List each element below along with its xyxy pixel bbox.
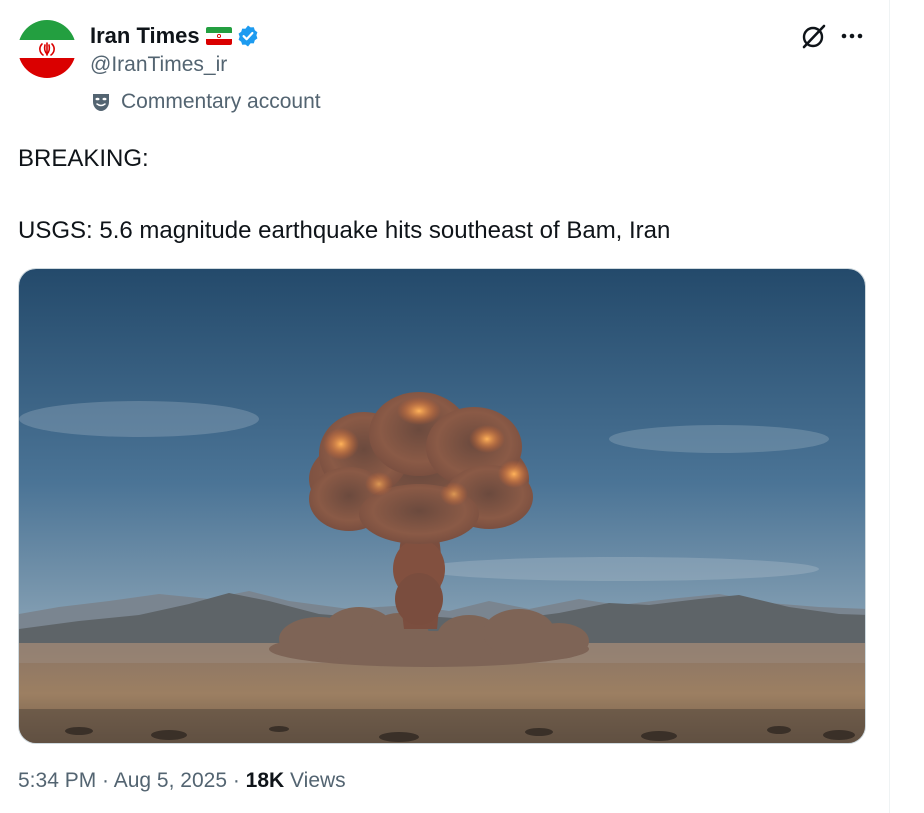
- tweet-text-line: USGS: 5.6 magnitude earthquake hits sout…: [18, 217, 671, 244]
- tweet-text-line: BREAKING:: [18, 145, 149, 172]
- views-count: 18K: [245, 769, 285, 792]
- meta-separator: ·: [227, 769, 246, 792]
- author-handle[interactable]: @IranTimes_ir: [90, 53, 227, 77]
- column-divider: [889, 0, 890, 813]
- author-display-name[interactable]: Iran Times: [90, 23, 200, 49]
- views-label: Views: [284, 769, 346, 792]
- author-name-row: Iran Times: [90, 22, 260, 50]
- tweet-date[interactable]: Aug 5, 2025: [114, 769, 227, 792]
- meta-separator: ·: [96, 769, 114, 792]
- tweet-meta: 5:34 PM · Aug 5, 2025 · 18K Views: [18, 769, 346, 793]
- explosion-photo: [19, 269, 865, 743]
- iran-flag-icon: [205, 27, 232, 45]
- theater-mask-icon: [90, 91, 112, 113]
- verified-badge-icon[interactable]: [236, 24, 260, 48]
- tweet-time[interactable]: 5:34 PM: [18, 769, 96, 792]
- commentary-account-label: Commentary account: [121, 90, 321, 113]
- more-options-icon[interactable]: [838, 24, 866, 48]
- account-label-row[interactable]: Commentary account: [90, 89, 321, 115]
- tweet-media-image[interactable]: [18, 268, 866, 744]
- iran-flag-avatar-icon: [18, 20, 76, 78]
- author-avatar[interactable]: [18, 20, 76, 78]
- grok-icon[interactable]: [800, 22, 828, 50]
